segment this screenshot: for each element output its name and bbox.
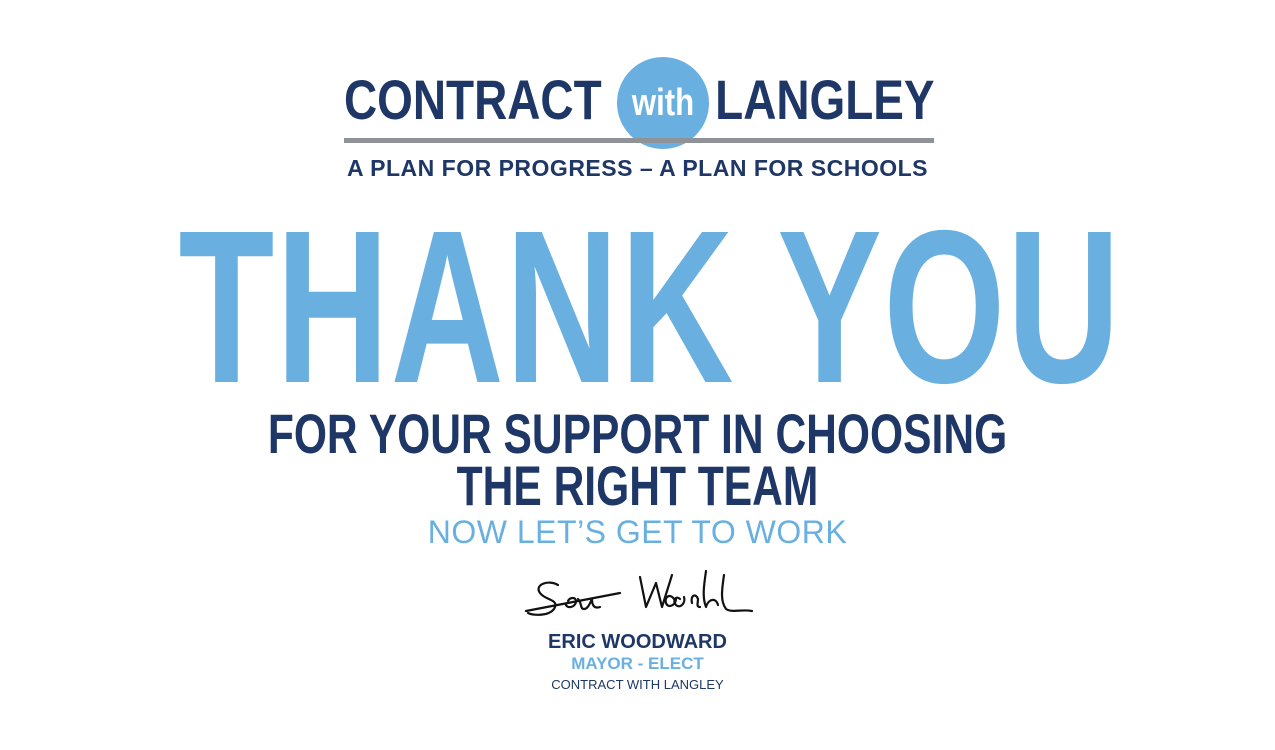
signer-role: MAYOR - ELECT: [571, 654, 704, 673]
campaign-logo: CONTRACT with LANGLEY: [0, 52, 1275, 149]
logo-langley-text: LANGLEY: [715, 68, 935, 131]
logo-contract-text: CONTRACT: [344, 68, 602, 131]
handwritten-signature: [524, 569, 754, 616]
support-line-2: THE RIGHT TEAM: [456, 454, 819, 517]
support-line-1: FOR YOUR SUPPORT IN CHOOSING: [267, 402, 1008, 465]
support-message: FOR YOUR SUPPORT IN CHOOSING THE RIGHT T…: [153, 402, 1122, 517]
logo-with-text: with: [631, 81, 695, 124]
signer-organization: CONTRACT WITH LANGLEY: [551, 677, 724, 692]
signer-name: ERIC WOODWARD: [548, 631, 727, 653]
logo-underline-divider: [344, 138, 934, 143]
tagline: A PLAN FOR PROGRESS – A PLAN FOR SCHOOLS: [347, 155, 928, 181]
thank-you-headline: THANK YOU: [178, 186, 1122, 429]
logo-circle: with: [617, 57, 709, 149]
call-to-action-subline: NOW LET’S GET TO WORK: [427, 514, 848, 550]
